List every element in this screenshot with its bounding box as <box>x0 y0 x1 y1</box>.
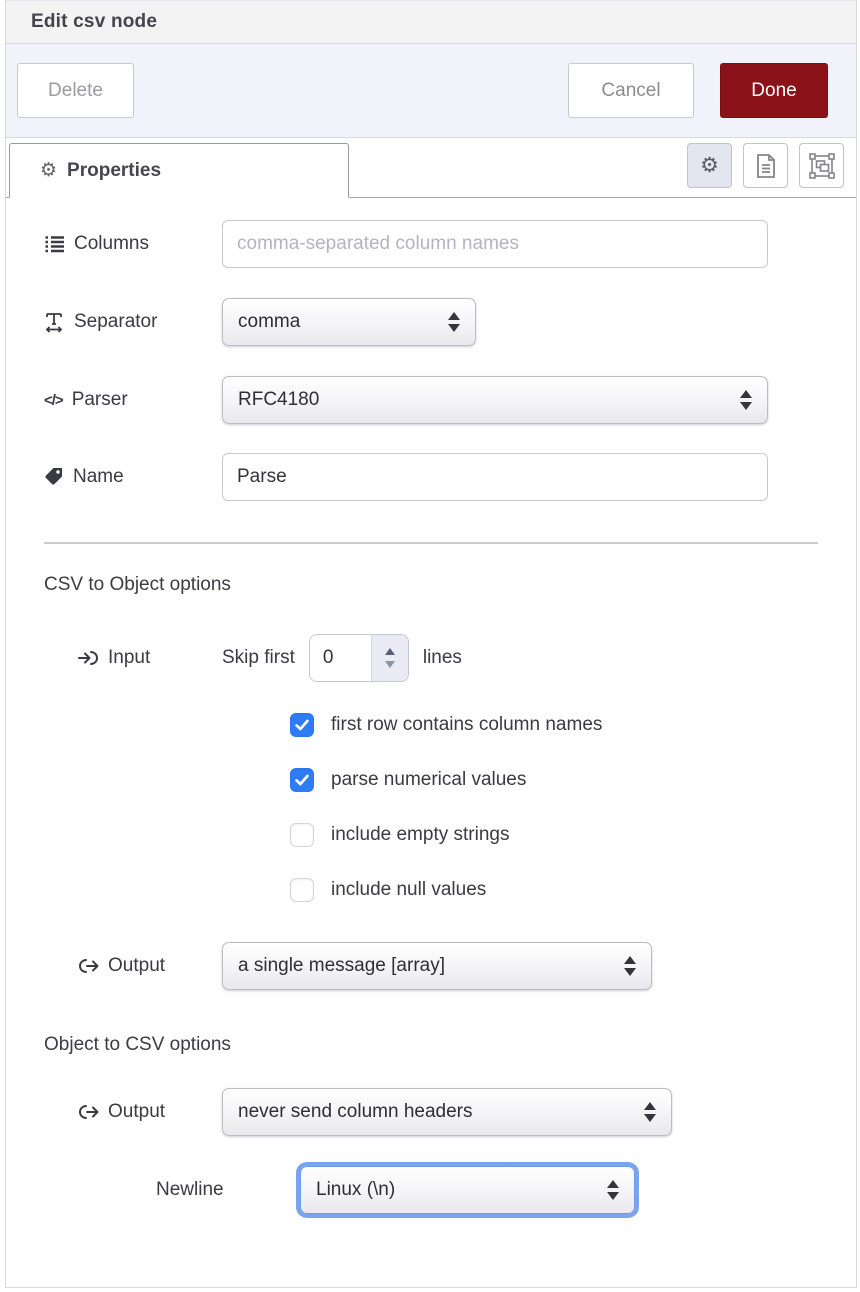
edit-description-button[interactable] <box>743 143 788 188</box>
object-group-icon <box>809 153 835 179</box>
check-icon <box>293 771 311 789</box>
delete-button[interactable]: Delete <box>17 63 134 118</box>
sign-out-icon <box>78 956 99 976</box>
checkbox-row: first row contains column names <box>290 713 818 737</box>
checkbox-row: include null values <box>290 878 818 902</box>
spinner-stepper[interactable] <box>371 635 408 681</box>
separator-row: Separator comma <box>44 298 818 346</box>
name-label: Name <box>44 466 222 488</box>
newline-select[interactable]: Linux (\n) <box>300 1166 635 1214</box>
object-output-select[interactable]: never send column headers <box>222 1088 672 1136</box>
select-arrows-icon <box>624 956 636 976</box>
columns-input[interactable] <box>222 220 768 268</box>
tab-action-buttons: ⚙ <box>687 143 844 188</box>
include-null-values-checkbox[interactable] <box>290 878 314 902</box>
parser-select-value: RFC4180 <box>238 389 730 411</box>
separator-select[interactable]: comma <box>222 298 476 346</box>
list-icon <box>44 234 65 255</box>
check-icon <box>293 716 311 734</box>
input-row: Input Skip first lines <box>78 634 818 682</box>
select-arrows-icon <box>448 312 460 332</box>
separator-label: Separator <box>44 311 222 333</box>
properties-panel: Columns Separator comma <box>6 198 856 1214</box>
columns-label: Columns <box>44 233 222 255</box>
columns-row: Columns <box>44 220 818 268</box>
select-arrows-icon <box>740 390 752 410</box>
node-appearance-button[interactable] <box>799 143 844 188</box>
checkbox-row: include empty strings <box>290 823 818 847</box>
name-input[interactable] <box>222 453 768 501</box>
dialog-title: Edit csv node <box>31 11 157 33</box>
skip-first-spinner <box>309 634 409 682</box>
gear-icon: ⚙ <box>40 159 57 182</box>
gear-icon: ⚙ <box>700 153 719 178</box>
columns-label-text: Columns <box>74 233 149 255</box>
parse-numerical-checkbox[interactable] <box>290 768 314 792</box>
parser-label-text: Parser <box>72 389 128 411</box>
dialog-toolbar: Delete Cancel Done <box>6 44 856 138</box>
object-output-select-value: never send column headers <box>238 1101 634 1123</box>
csv-output-select-value: a single message [array] <box>238 955 614 977</box>
newline-select-value: Linux (\n) <box>316 1179 597 1201</box>
parser-label: </> Parser <box>44 389 222 411</box>
node-red-edit-tray: Edit csv node Delete Cancel Done ⚙ Prope… <box>0 0 860 1292</box>
csv-output-select[interactable]: a single message [array] <box>222 942 652 990</box>
tab-bar: ⚙ Properties ⚙ <box>6 138 856 198</box>
newline-row: Newline Linux (\n) <box>78 1166 818 1214</box>
include-empty-strings-checkbox[interactable] <box>290 823 314 847</box>
separator-select-value: comma <box>238 311 438 333</box>
newline-label-text: Newline <box>156 1179 224 1201</box>
sign-out-icon <box>78 1102 99 1122</box>
select-arrows-icon <box>607 1180 619 1200</box>
lines-text: lines <box>423 647 462 669</box>
sign-in-icon <box>78 648 99 668</box>
newline-label: Newline <box>156 1179 300 1201</box>
csv-to-object-heading: CSV to Object options <box>44 574 818 596</box>
tag-icon <box>44 467 64 487</box>
checkbox-label: include empty strings <box>331 824 509 846</box>
csv-output-row: Output a single message [array] <box>78 942 818 990</box>
name-row: Name <box>44 453 818 501</box>
checkbox-label: first row contains column names <box>331 714 602 736</box>
text-width-icon <box>44 311 65 333</box>
input-label: Input <box>78 647 222 669</box>
output-label-text: Output <box>108 1101 165 1123</box>
checkbox-label: include null values <box>331 879 486 901</box>
separator-label-text: Separator <box>74 311 157 333</box>
output-label: Output <box>78 1101 222 1123</box>
tab-properties[interactable]: ⚙ Properties <box>9 143 349 198</box>
stepper-down-icon <box>385 661 395 668</box>
stepper-up-icon <box>385 648 395 655</box>
done-button[interactable]: Done <box>720 63 828 118</box>
select-arrows-icon <box>644 1102 656 1122</box>
edit-properties-button[interactable]: ⚙ <box>687 143 732 188</box>
document-icon <box>754 153 778 179</box>
skip-first-input[interactable] <box>310 635 371 681</box>
object-output-row: Output never send column headers <box>78 1088 818 1136</box>
output-label-text: Output <box>108 955 165 977</box>
edit-csv-node-dialog: Edit csv node Delete Cancel Done ⚙ Prope… <box>5 0 857 1288</box>
skip-first-text: Skip first <box>222 647 295 669</box>
cancel-button[interactable]: Cancel <box>568 63 694 118</box>
name-label-text: Name <box>73 466 124 488</box>
dialog-header: Edit csv node <box>6 0 856 44</box>
object-to-csv-heading: Object to CSV options <box>44 1034 818 1056</box>
input-label-text: Input <box>108 647 150 669</box>
checkbox-row: parse numerical values <box>290 768 818 792</box>
output-label: Output <box>78 955 222 977</box>
first-row-checkbox[interactable] <box>290 713 314 737</box>
section-divider <box>44 542 818 544</box>
code-icon: </> <box>44 392 63 409</box>
checkbox-label: parse numerical values <box>331 769 526 791</box>
parser-select[interactable]: RFC4180 <box>222 376 768 424</box>
tab-properties-label: Properties <box>67 160 161 182</box>
parser-row: </> Parser RFC4180 <box>44 376 818 424</box>
